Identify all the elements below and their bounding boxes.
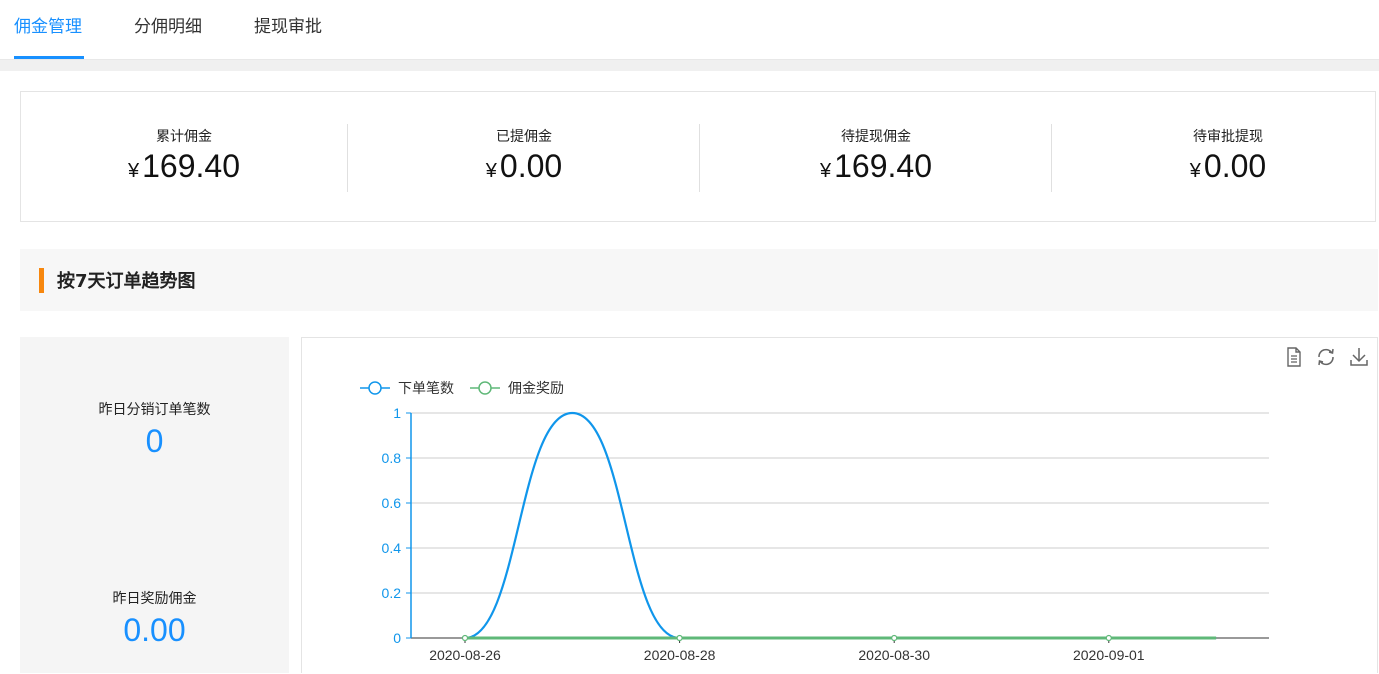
y-tick-label: 0.6 bbox=[382, 495, 402, 511]
separator-band bbox=[0, 60, 1379, 71]
yesterday-orders-value: 0 bbox=[145, 423, 164, 459]
y-tick-label: 0.8 bbox=[382, 450, 402, 466]
trend-chart-panel: 下单笔数 佣金奖励 0 0.2 0.4 0.6 0.8 1 2020-08-26 2020-0… bbox=[301, 337, 1378, 673]
y-tick-label: 0.4 bbox=[382, 540, 402, 556]
stat-amount: 0.00 bbox=[1203, 148, 1267, 184]
series-commission-point bbox=[891, 634, 898, 642]
stat-label: 待审批提现 bbox=[1193, 129, 1263, 145]
stat-amount: 0.00 bbox=[499, 148, 563, 184]
stat-value: ¥169.40 bbox=[700, 148, 1052, 185]
currency-symbol: ¥ bbox=[485, 160, 497, 182]
tab-commission-management[interactable]: 佣金管理 bbox=[14, 0, 84, 59]
stat-value: ¥169.40 bbox=[21, 148, 347, 185]
tab-commission-details[interactable]: 分佣明细 bbox=[134, 0, 206, 59]
stat-total-commission: 累计佣金 ¥169.40 bbox=[21, 92, 347, 223]
stat-value: ¥0.00 bbox=[348, 148, 700, 185]
trend-line-chart: 0 0.2 0.4 0.6 0.8 1 2020-08-26 2020-08-28 2020-0… bbox=[382, 405, 1269, 663]
yesterday-commission-label: 昨日奖励佣金 bbox=[112, 591, 197, 607]
commission-stats-card: 累计佣金 ¥169.40 已提佣金 ¥0.00 待提现佣金 ¥169.40 待审… bbox=[20, 91, 1376, 222]
stat-value: ¥0.00 bbox=[1052, 148, 1379, 185]
stat-pending-approval: 待审批提现 ¥0.00 bbox=[1052, 92, 1379, 223]
yesterday-commission-value: 0.00 bbox=[123, 612, 186, 648]
series-commission-point bbox=[676, 634, 683, 642]
stat-withdrawn-commission: 已提佣金 ¥0.00 bbox=[348, 92, 700, 223]
stat-amount: 169.40 bbox=[834, 148, 932, 184]
tab-bar: 佣金管理 分佣明细 提现审批 bbox=[0, 0, 1379, 60]
x-tick-label: 2020-08-28 bbox=[644, 647, 716, 663]
x-tick-label: 2020-09-01 bbox=[1073, 647, 1145, 663]
y-tick-label: 0.2 bbox=[382, 585, 402, 601]
series-orders-line bbox=[464, 411, 1217, 640]
series-commission-point bbox=[1105, 634, 1112, 642]
yesterday-orders-label: 昨日分销订单笔数 bbox=[98, 402, 211, 418]
section-marker bbox=[39, 268, 44, 293]
stat-label: 已提佣金 bbox=[496, 129, 552, 145]
stat-amount: 169.40 bbox=[142, 148, 240, 184]
currency-symbol: ¥ bbox=[1189, 160, 1201, 182]
y-tick-label: 0 bbox=[393, 630, 401, 646]
stat-label: 待提现佣金 bbox=[841, 129, 911, 145]
stat-label: 累计佣金 bbox=[156, 129, 212, 145]
stat-pending-withdrawal: 待提现佣金 ¥169.40 bbox=[700, 92, 1052, 223]
yesterday-summary-panel: 昨日分销订单笔数 0 昨日奖励佣金 0.00 bbox=[20, 337, 289, 673]
series-commission-point bbox=[461, 634, 469, 642]
section-title: 按7天订单趋势图 bbox=[57, 271, 196, 292]
tab-withdrawal-approval[interactable]: 提现审批 bbox=[254, 0, 326, 59]
x-tick-label: 2020-08-26 bbox=[429, 647, 501, 663]
currency-symbol: ¥ bbox=[820, 160, 832, 182]
currency-symbol: ¥ bbox=[128, 160, 140, 182]
y-tick-label: 1 bbox=[393, 405, 401, 421]
trend-section-header: 按7天订单趋势图 bbox=[20, 249, 1378, 311]
x-tick-label: 2020-08-30 bbox=[858, 647, 930, 663]
